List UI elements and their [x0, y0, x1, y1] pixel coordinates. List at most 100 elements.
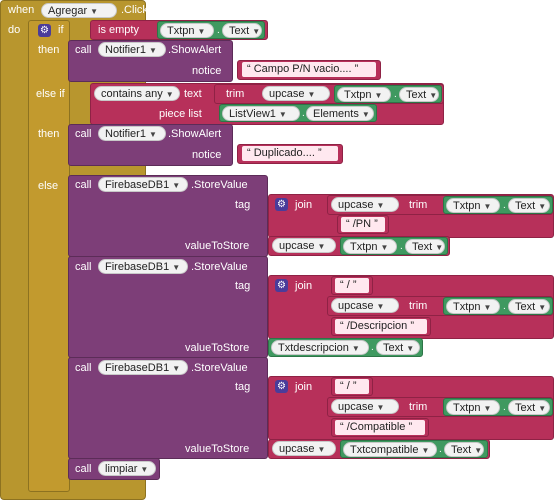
quote-icon: ”: [351, 63, 359, 75]
txtpn-dropdown[interactable]: Txtpn ▼: [160, 23, 214, 38]
trim-label: trim: [226, 88, 245, 100]
chevron-down-icon: ▼: [317, 445, 326, 454]
quote-icon: “: [340, 421, 347, 433]
upcase-dropdown[interactable]: upcase ▼: [272, 238, 336, 253]
notice-label: notice: [192, 65, 222, 77]
chevron-down-icon: ▼: [172, 181, 181, 190]
trim-label: trim: [409, 401, 428, 413]
quote-icon: ”: [371, 218, 378, 230]
call-label: call: [75, 463, 92, 475]
elements-property-dropdown[interactable]: Elements ▼: [306, 106, 374, 121]
chevron-down-icon: ▼: [380, 243, 389, 252]
compatible-string-value[interactable]: “ /Compatible ”: [335, 420, 425, 435]
txtpn-dropdown-3[interactable]: Txtpn ▼: [446, 198, 500, 213]
chevron-down-icon: ▼: [483, 303, 492, 312]
call-label: call: [75, 362, 92, 374]
txtpn-dropdown-2[interactable]: Txtpn ▼: [337, 87, 391, 102]
chevron-down-icon: ▼: [429, 91, 438, 100]
pn-string-value[interactable]: “ /PN ”: [341, 217, 385, 232]
text-property-dropdown-4[interactable]: Text ▼: [405, 239, 445, 254]
else-if-label: else if: [36, 88, 65, 100]
notifier-component-dropdown[interactable]: Notifier1 ▼: [98, 42, 166, 57]
chevron-down-icon: ▼: [406, 344, 415, 353]
chevron-down-icon: ▼: [252, 27, 261, 36]
notice-text-value[interactable]: “ Campo P/N vacio.... ”: [242, 62, 376, 77]
dot-separator: .: [302, 108, 305, 119]
txtdescripcion-dropdown[interactable]: Txtdescripcion ▼: [271, 340, 369, 355]
method-label: .ShowAlert: [168, 128, 222, 140]
slash-string-value-2[interactable]: “ / ”: [335, 379, 369, 394]
dot-separator: .: [394, 89, 397, 100]
event-component-dropdown[interactable]: Agregar ▼: [41, 3, 117, 18]
method-label: .StoreValue: [191, 261, 248, 273]
tag-label: tag: [235, 199, 251, 211]
text-property-dropdown-6[interactable]: Text ▼: [376, 340, 420, 355]
upcase-dropdown[interactable]: upcase ▼: [331, 298, 399, 313]
quote-icon: ”: [405, 421, 413, 433]
chevron-down-icon: ▼: [165, 90, 174, 99]
txtcompatible-dropdown[interactable]: Txtcompatible ▼: [343, 442, 437, 457]
firebase-component-dropdown[interactable]: FirebaseDB1 ▼: [98, 177, 188, 192]
tag-label: tag: [235, 280, 251, 292]
chevron-down-icon: ▼: [483, 404, 492, 413]
else-label: else: [38, 180, 59, 192]
chevron-down-icon: ▼: [474, 446, 483, 455]
chevron-down-icon: ▼: [90, 7, 99, 16]
chevron-down-icon: ▼: [172, 364, 181, 373]
gear-icon[interactable]: ⚙: [275, 279, 288, 292]
descripcion-string-value[interactable]: “ /Descripcion ”: [335, 319, 427, 334]
dot-separator: .: [217, 25, 220, 36]
chevron-down-icon: ▼: [148, 130, 157, 139]
quote-icon: ”: [349, 279, 357, 291]
value-to-store-label: valueToStore: [185, 443, 250, 455]
call-label: call: [75, 179, 92, 191]
if-label: if: [58, 24, 64, 36]
chevron-down-icon: ▼: [538, 303, 547, 312]
quote-icon: “: [346, 218, 353, 230]
dot-separator: .: [371, 342, 374, 353]
quote-icon: “: [340, 380, 347, 392]
limpiar-procedure-dropdown[interactable]: limpiar ▼: [98, 461, 156, 476]
upcase-dropdown[interactable]: upcase ▼: [272, 441, 336, 456]
slash-string-value[interactable]: “ / ”: [335, 278, 369, 293]
join-label: join: [295, 381, 313, 393]
method-label: .ShowAlert: [168, 44, 222, 56]
chevron-down-icon: ▼: [307, 90, 316, 99]
txtpn-dropdown-5[interactable]: Txtpn ▼: [446, 299, 500, 314]
chevron-down-icon: ▼: [197, 27, 206, 36]
firebase-component-dropdown-3[interactable]: FirebaseDB1 ▼: [98, 360, 188, 375]
quote-icon: “: [247, 147, 254, 159]
listview-dropdown[interactable]: ListView1 ▼: [222, 106, 300, 121]
gear-icon[interactable]: ⚙: [38, 24, 51, 37]
text-property-dropdown-5[interactable]: Text ▼: [508, 299, 550, 314]
text-property-dropdown-2[interactable]: Text ▼: [399, 87, 439, 102]
text-property-dropdown-8[interactable]: Text ▼: [444, 442, 484, 457]
txtpn-dropdown-6[interactable]: Txtpn ▼: [446, 400, 500, 415]
text-property-dropdown-7[interactable]: Text ▼: [508, 400, 550, 415]
notifier-component-dropdown-2[interactable]: Notifier1 ▼: [98, 126, 166, 141]
quote-icon: ”: [314, 147, 322, 159]
contains-op-dropdown[interactable]: contains any ▼: [94, 86, 180, 101]
upcase-dropdown[interactable]: upcase ▼: [331, 197, 399, 212]
dot-separator: .: [503, 200, 506, 211]
chevron-down-icon: ▼: [538, 404, 547, 413]
txtpn-dropdown-4[interactable]: Txtpn ▼: [343, 239, 397, 254]
gear-icon[interactable]: ⚙: [275, 198, 288, 211]
method-label: .StoreValue: [191, 362, 248, 374]
chevron-down-icon: ▼: [421, 446, 430, 455]
notice-label: notice: [192, 149, 222, 161]
upcase-dropdown[interactable]: upcase ▼: [262, 86, 330, 101]
is-empty-label: is empty: [98, 24, 139, 36]
notice-text-value-2[interactable]: “ Duplicado.... ”: [242, 146, 338, 161]
quote-icon: “: [340, 279, 347, 291]
then-label-2: then: [38, 128, 60, 140]
quote-icon: “: [247, 63, 254, 75]
text-property-dropdown-3[interactable]: Text ▼: [508, 198, 550, 213]
upcase-dropdown[interactable]: upcase ▼: [331, 399, 399, 414]
gear-icon[interactable]: ⚙: [275, 380, 288, 393]
firebase-component-dropdown-2[interactable]: FirebaseDB1 ▼: [98, 259, 188, 274]
chevron-down-icon: ▼: [435, 243, 444, 252]
text-property-dropdown[interactable]: Text ▼: [222, 23, 262, 38]
method-label: .StoreValue: [191, 179, 248, 191]
chevron-down-icon: ▼: [483, 202, 492, 211]
